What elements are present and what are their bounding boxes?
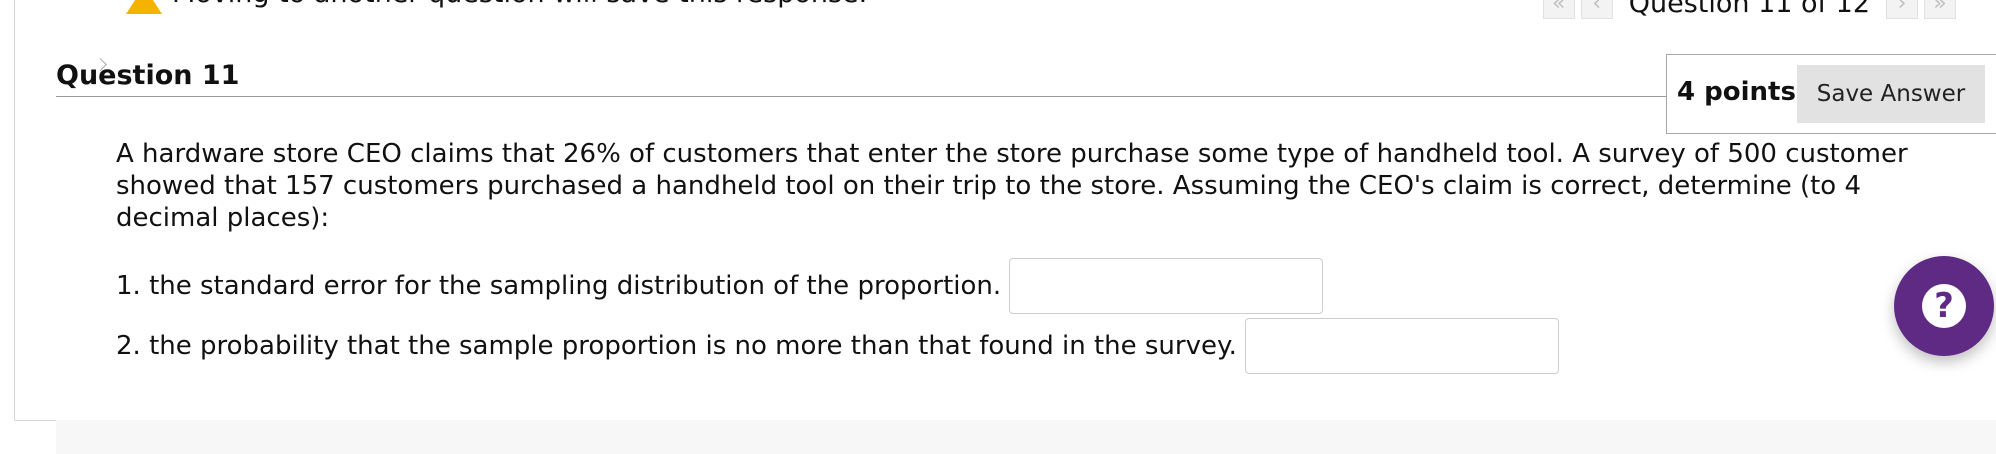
- page-bottom-strip: [56, 420, 1996, 454]
- question-mark-icon: ?: [1922, 284, 1966, 328]
- previous-question-button[interactable]: ‹: [1580, 0, 1613, 19]
- page-frame-left: [14, 0, 15, 420]
- save-warning-text: Moving to another question will save thi…: [172, 0, 867, 9]
- answer-input-1[interactable]: [1009, 258, 1324, 314]
- next-question-button[interactable]: ›: [1886, 0, 1918, 19]
- question-navigation: « ‹ Question 11 of 12 › »: [1542, 0, 1956, 19]
- question-part-2-text: 2. the probability that the sample propo…: [116, 331, 1237, 361]
- points-panel: 4 points Save Answer: [1666, 54, 1996, 134]
- save-answer-button[interactable]: Save Answer: [1797, 65, 1985, 123]
- answer-input-2[interactable]: [1244, 318, 1559, 374]
- warning-icon: [126, 0, 162, 14]
- points-label: 4 points: [1677, 77, 1796, 107]
- question-part-1: 1. the standard error for the sampling d…: [116, 258, 1324, 314]
- help-button[interactable]: ?: [1894, 256, 1994, 356]
- page-frame-bottom: [14, 420, 56, 421]
- question-part-1-text: 1. the standard error for the sampling d…: [116, 271, 1002, 301]
- last-question-button[interactable]: »: [1924, 0, 1956, 19]
- question-divider: [56, 96, 1668, 97]
- first-question-button[interactable]: «: [1542, 0, 1575, 19]
- question-title: Question 11: [56, 60, 240, 91]
- question-body: A hardware store CEO claims that 26% of …: [116, 139, 1908, 233]
- question-part-2: 2. the probability that the sample propo…: [116, 318, 1559, 374]
- question-counter: Question 11 of 12: [1628, 0, 1870, 19]
